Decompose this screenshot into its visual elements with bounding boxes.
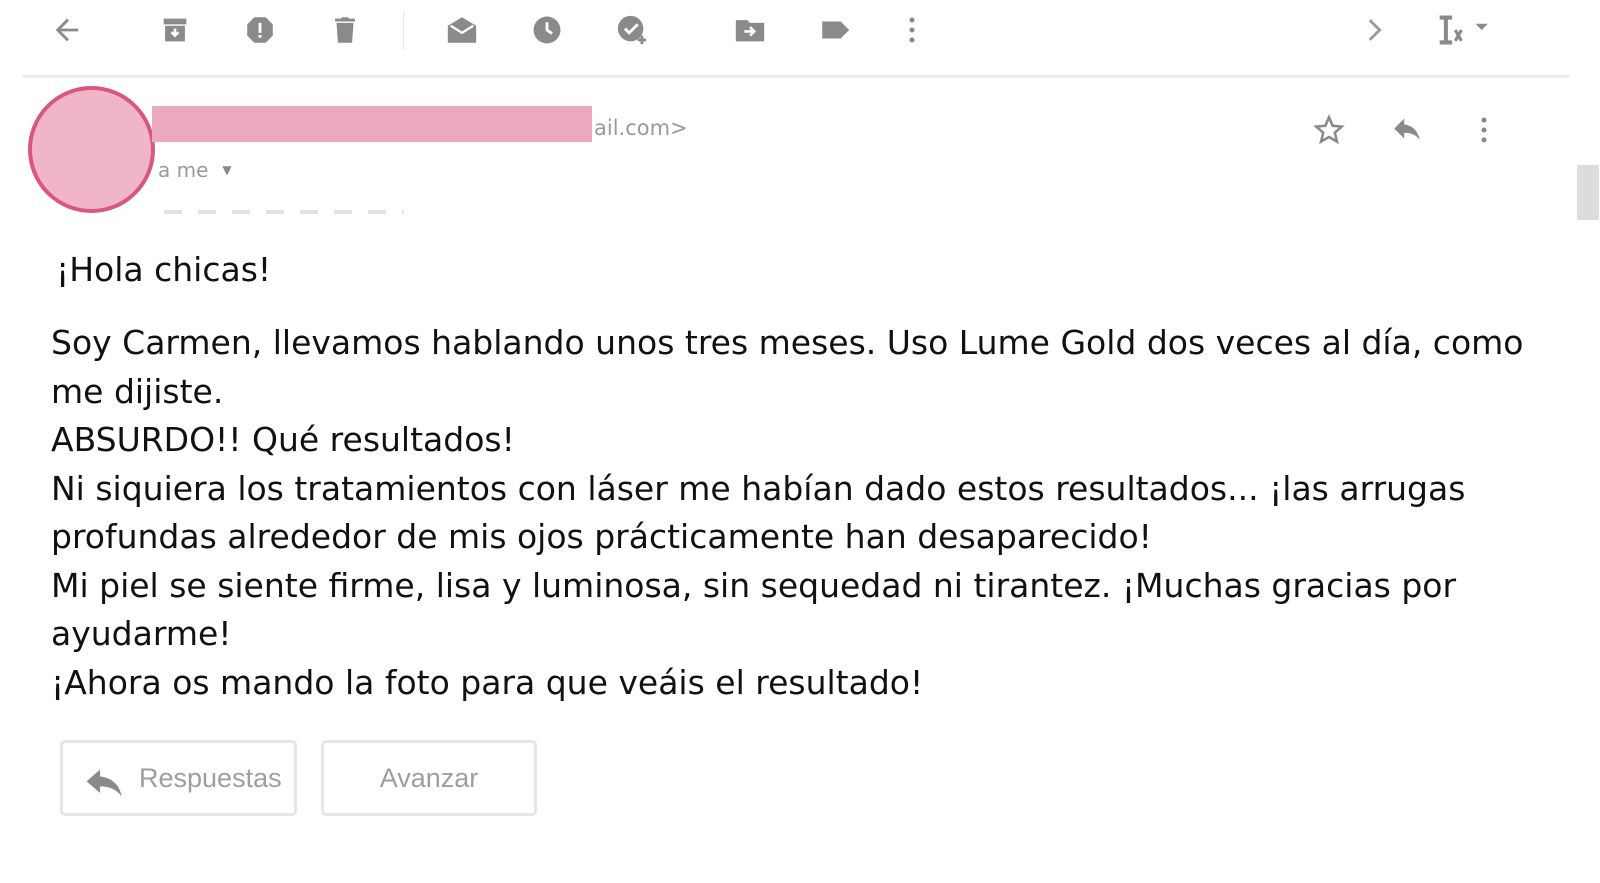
sender-name-redaction	[152, 106, 592, 142]
move-to-icon[interactable]	[728, 8, 772, 52]
message-toolbar	[0, 0, 1600, 72]
more-vert-icon[interactable]	[1462, 108, 1506, 152]
back-arrow-icon[interactable]	[45, 8, 89, 52]
scrollbar-thumb[interactable]	[1577, 165, 1599, 220]
message-paragraph: Ni siquiera los tratamientos con láser m…	[51, 468, 1466, 557]
message-paragraph: Mi piel se siente firme, lisa y luminosa…	[51, 565, 1457, 654]
add-to-tasks-icon[interactable]	[610, 8, 654, 52]
message-greeting: ¡Hola chicas!	[56, 250, 272, 289]
reply-button-label: Respuestas	[139, 762, 282, 793]
toolbar-divider	[403, 12, 404, 50]
sender-avatar	[28, 86, 155, 213]
delete-icon[interactable]	[323, 8, 367, 52]
report-spam-icon[interactable]	[238, 8, 282, 52]
snooze-icon[interactable]	[525, 8, 569, 52]
date-line-faint	[164, 210, 404, 214]
message-paragraph: ABSURDO!! Qué resultados!	[51, 420, 515, 459]
toolbar-divider-line	[22, 75, 1570, 78]
recipient-label: a me	[158, 158, 209, 182]
forward-button[interactable]: Avanzar	[321, 740, 537, 816]
forward-button-label: Avanzar	[379, 762, 479, 793]
sender-email-fragment: ail.com>	[594, 116, 688, 140]
message-paragraph: Soy Carmen, llevamos hablando unos tres …	[51, 323, 1524, 411]
more-vert-icon[interactable]	[890, 8, 934, 52]
mark-unread-icon[interactable]	[440, 8, 484, 52]
archive-icon[interactable]	[153, 8, 197, 52]
chevron-down-icon[interactable]: ▼	[222, 163, 231, 177]
message-paragraph: ¡Ahora os mando la foto para que veáis e…	[51, 662, 924, 702]
reply-icon	[86, 769, 122, 797]
message-body: Soy Carmen, llevamos hablando unos tres …	[51, 319, 1571, 707]
reply-icon[interactable]	[1385, 108, 1429, 152]
next-icon[interactable]	[1352, 8, 1396, 52]
reply-button[interactable]: Respuestas	[60, 740, 297, 816]
star-icon[interactable]	[1307, 108, 1351, 152]
recipient-line[interactable]: a me ▼	[158, 158, 232, 182]
input-tools-icon[interactable]	[1428, 8, 1498, 52]
label-icon[interactable]	[813, 8, 857, 52]
